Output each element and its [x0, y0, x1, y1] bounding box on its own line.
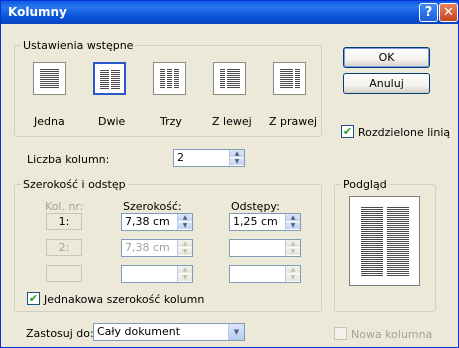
- preset-right-label[interactable]: Z prawej: [269, 115, 317, 128]
- spacing-value-1: 1,25 cm: [233, 215, 278, 228]
- help-button[interactable]: ?: [419, 3, 438, 22]
- spacing-input-3: ▲ ▼: [229, 265, 301, 283]
- cancel-button[interactable]: Anuluj: [343, 73, 430, 94]
- equal-width-checkbox[interactable]: ✔: [27, 292, 40, 305]
- spacing-input-1[interactable]: 1,25 cm ▲ ▼: [229, 213, 301, 231]
- preset-three-label[interactable]: Trzy: [160, 115, 182, 128]
- column-preview: [349, 196, 420, 286]
- spacing-input-2: ▲ ▼: [229, 239, 301, 257]
- spin-up-icon: ▲: [286, 240, 300, 248]
- column-number-3: [46, 265, 82, 282]
- spin-up-icon[interactable]: ▲: [286, 214, 300, 222]
- preset-one-label[interactable]: Jedna: [34, 115, 65, 128]
- spacing-spinner-1[interactable]: ▲ ▼: [285, 214, 300, 230]
- preset-two-icon[interactable]: [93, 62, 126, 95]
- apply-to-value: Cały dokument: [97, 325, 181, 338]
- width-header: Szerokość:: [123, 200, 182, 213]
- width-spinner-3: ▲ ▼: [177, 266, 192, 282]
- spin-down-icon[interactable]: ▼: [230, 158, 244, 166]
- presets-group-label: Ustawienia wstępne: [21, 39, 136, 52]
- equal-width-label[interactable]: Jednakowa szerokość kolumn: [44, 293, 204, 306]
- preview-column-1: [361, 207, 383, 277]
- spacing-header: Odstępy:: [231, 200, 280, 213]
- apply-to-select[interactable]: Cały dokument ▼: [93, 323, 245, 341]
- spacing-spinner-3: ▲ ▼: [285, 266, 300, 282]
- spin-down-icon[interactable]: ▼: [178, 222, 192, 230]
- spacing-spinner-2: ▲ ▼: [285, 240, 300, 256]
- width-spinner-1[interactable]: ▲ ▼: [177, 214, 192, 230]
- col-number-header: Kol. nr:: [45, 200, 84, 213]
- column-count-spinner[interactable]: ▲ ▼: [229, 150, 244, 166]
- spin-up-icon[interactable]: ▲: [230, 150, 244, 158]
- spin-down-icon: ▼: [178, 274, 192, 282]
- columns-dialog: Kolumny ? ✕ Ustawienia wstępne Jedna Dwi…: [0, 0, 459, 348]
- preset-left-label[interactable]: Z lewej: [212, 115, 252, 128]
- close-button[interactable]: ✕: [439, 3, 458, 22]
- width-spacing-group-label: Szerokość i odstęp: [21, 178, 128, 191]
- preset-three-icon[interactable]: [153, 62, 186, 95]
- line-between-checkbox[interactable]: ✔: [341, 125, 354, 138]
- dialog-title: Kolumny: [8, 5, 67, 19]
- column-number-2: 2:: [46, 239, 82, 256]
- chevron-down-icon[interactable]: ▼: [228, 324, 244, 340]
- width-input-3: ▲ ▼: [121, 265, 193, 283]
- width-input-2: 7,38 cm ▲ ▼: [121, 239, 193, 257]
- preview-column-2: [387, 207, 409, 277]
- new-column-label: Nowa kolumna: [351, 328, 433, 341]
- preset-left-icon[interactable]: [213, 62, 246, 95]
- column-count-input[interactable]: 2 ▲ ▼: [173, 149, 245, 167]
- ok-button[interactable]: OK: [343, 47, 430, 68]
- new-column-checkbox: [334, 327, 347, 340]
- width-value-1: 7,38 cm: [125, 215, 170, 228]
- spin-down-icon: ▼: [286, 248, 300, 256]
- preset-one-icon[interactable]: [33, 62, 66, 95]
- preset-right-icon[interactable]: [273, 62, 306, 95]
- spin-up-icon: ▲: [178, 266, 192, 274]
- spin-up-icon[interactable]: ▲: [178, 214, 192, 222]
- preview-group-label: Podgląd: [341, 178, 389, 191]
- column-count-value: 2: [177, 151, 184, 164]
- spin-down-icon[interactable]: ▼: [286, 222, 300, 230]
- title-bar: Kolumny: [1, 1, 458, 24]
- spin-down-icon: ▼: [178, 248, 192, 256]
- column-number-1: 1:: [46, 213, 82, 230]
- width-spinner-2: ▲ ▼: [177, 240, 192, 256]
- line-between-label[interactable]: Rozdzielone linią: [358, 126, 450, 139]
- spin-up-icon: ▲: [178, 240, 192, 248]
- column-count-label: Liczba kolumn:: [27, 153, 110, 166]
- width-input-1[interactable]: 7,38 cm ▲ ▼: [121, 213, 193, 231]
- apply-to-label: Zastosuj do:: [26, 327, 94, 340]
- width-value-2: 7,38 cm: [125, 241, 170, 254]
- spin-up-icon: ▲: [286, 266, 300, 274]
- spin-down-icon: ▼: [286, 274, 300, 282]
- preset-two-label[interactable]: Dwie: [98, 115, 125, 128]
